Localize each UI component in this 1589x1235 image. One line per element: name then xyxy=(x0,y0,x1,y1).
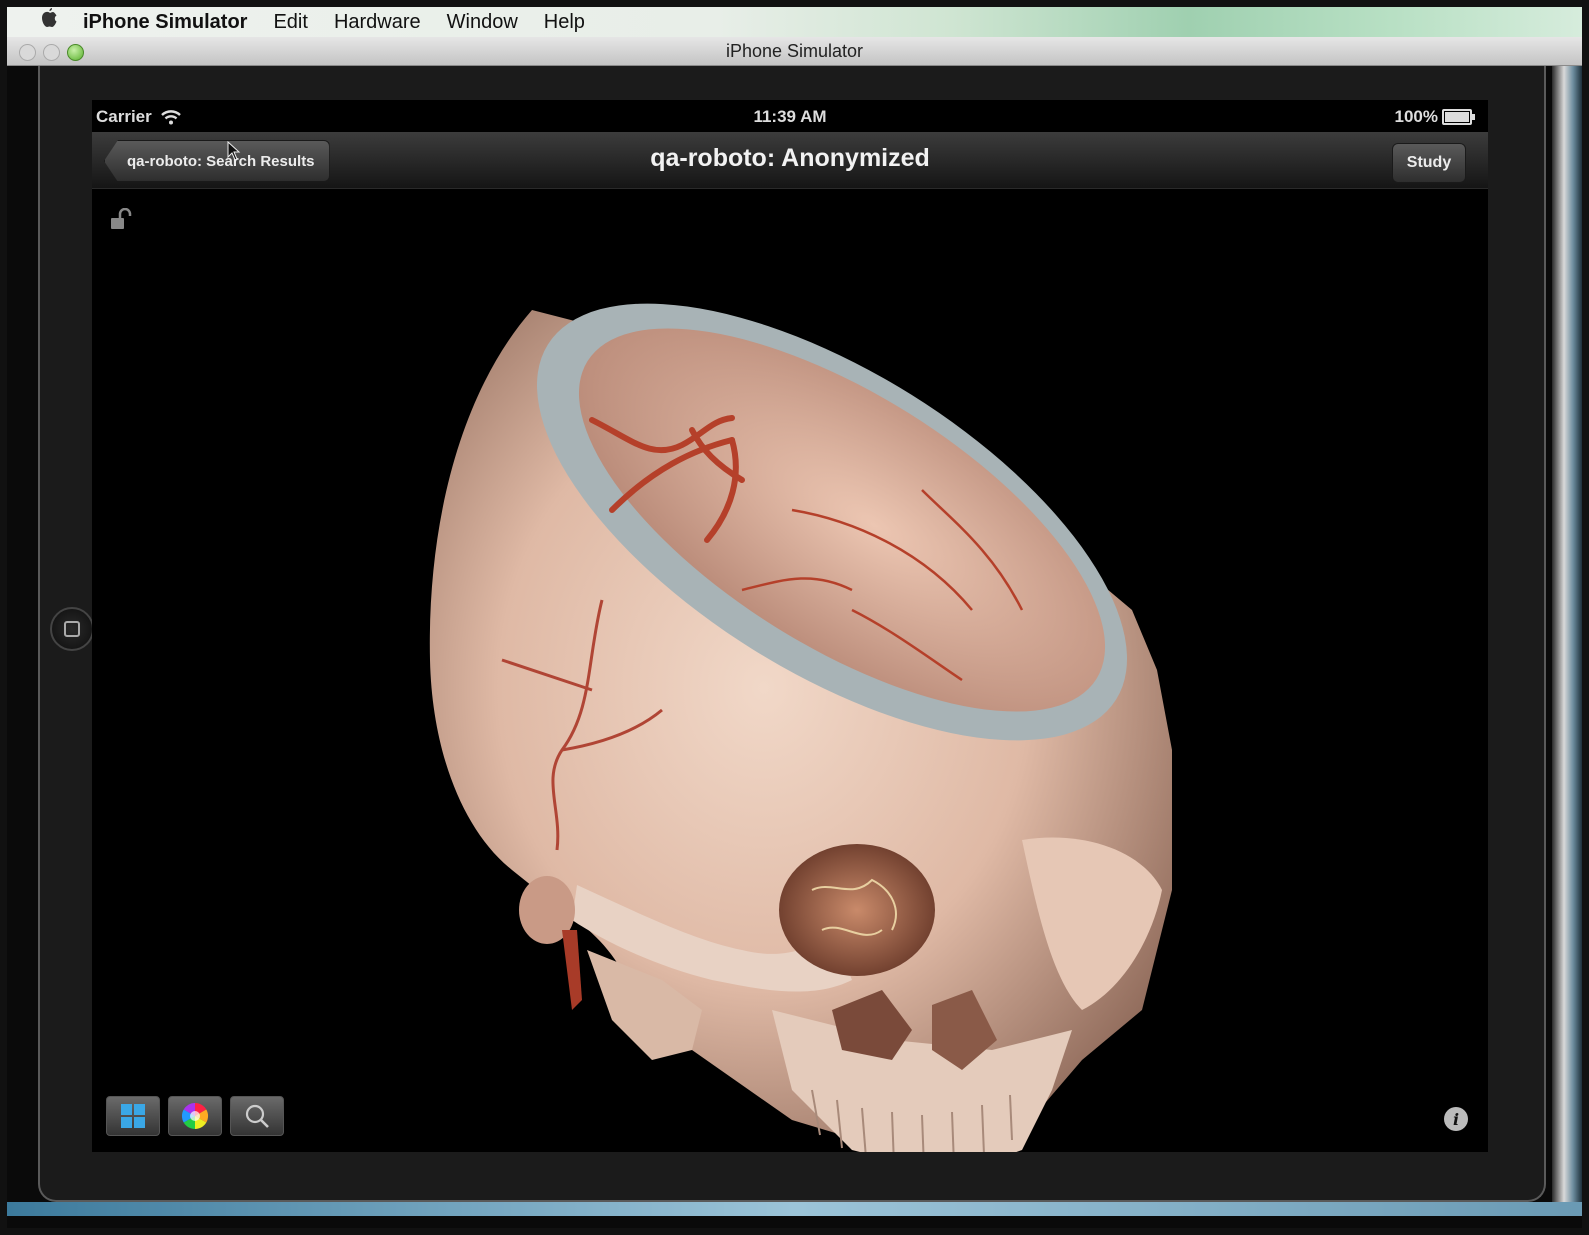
menu-help[interactable]: Help xyxy=(544,11,585,34)
magnifier-icon xyxy=(245,1104,269,1128)
menu-hardware[interactable]: Hardware xyxy=(334,11,421,34)
minimize-window-button[interactable] xyxy=(43,44,60,61)
status-time: 11:39 AM xyxy=(753,107,827,126)
layout-grid-button[interactable] xyxy=(106,1096,160,1136)
skull-3d-render xyxy=(429,303,1173,1152)
window-edge xyxy=(1552,66,1582,1216)
home-square-icon xyxy=(64,621,80,637)
window-title: iPhone Simulator xyxy=(725,40,864,61)
zoom-window-button[interactable] xyxy=(67,44,84,61)
menu-edit[interactable]: Edit xyxy=(273,11,307,34)
navigation-bar: qa-roboto: Search Results qa-roboto: Ano… xyxy=(92,132,1488,189)
study-button-label: Study xyxy=(1406,154,1452,171)
mac-menu-bar: iPhone Simulator Edit Hardware Window He… xyxy=(7,7,1582,37)
page-title: qa-roboto: Anonymized xyxy=(650,144,930,172)
menu-window[interactable]: Window xyxy=(447,11,518,34)
volume-render-viewport[interactable] xyxy=(92,190,1488,1152)
battery-percent: 100% xyxy=(1394,107,1438,126)
color-wheel-icon xyxy=(181,1102,209,1130)
battery-icon xyxy=(1442,109,1475,125)
ipad-screen: Carrier 11:39 AM 100% qa-roboto: Search … xyxy=(92,100,1488,1152)
apple-icon[interactable] xyxy=(29,8,69,36)
desktop-strip xyxy=(7,1202,1582,1216)
grid-icon xyxy=(121,1104,145,1128)
study-button[interactable]: Study xyxy=(1392,143,1466,183)
mouse-cursor-icon xyxy=(227,141,241,161)
home-button[interactable] xyxy=(50,607,94,651)
close-window-button[interactable] xyxy=(19,44,36,61)
menu-app-name[interactable]: iPhone Simulator xyxy=(83,11,247,34)
color-preset-button[interactable] xyxy=(168,1096,222,1136)
zoom-button[interactable] xyxy=(230,1096,284,1136)
bottom-toolbar xyxy=(106,1096,284,1136)
info-icon[interactable]: i xyxy=(1444,1107,1468,1131)
status-bar: Carrier 11:39 AM 100% xyxy=(92,100,1488,132)
window-title-bar[interactable]: iPhone Simulator xyxy=(7,37,1582,66)
